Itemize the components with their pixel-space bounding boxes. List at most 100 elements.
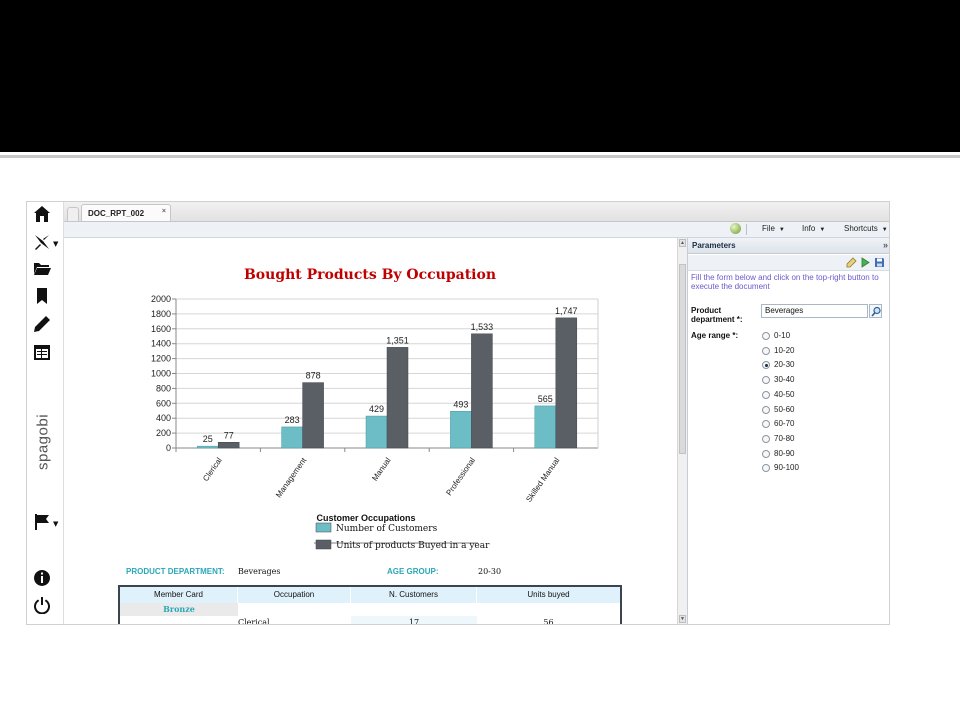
data-label: 1,533 xyxy=(471,322,494,332)
info-icon[interactable] xyxy=(31,569,53,591)
compass-icon[interactable] xyxy=(31,233,53,255)
y-tick-label: 800 xyxy=(156,383,171,393)
calendar-icon[interactable] xyxy=(31,343,53,365)
dept-label: Product department *: xyxy=(691,306,743,324)
chart-title: Bought Products By Occupation xyxy=(244,267,496,283)
execute-icon[interactable] xyxy=(860,257,871,268)
report-table: Member Card Occupation N. Customers Unit… xyxy=(118,585,622,625)
y-tick-label: 1200 xyxy=(151,354,171,364)
spagobi-logo: spagobi xyxy=(34,413,52,471)
presentation-title-bar xyxy=(0,0,960,152)
scroll-thumb[interactable] xyxy=(679,264,686,454)
col-member-card: Member Card xyxy=(120,587,238,603)
menu-separator xyxy=(746,224,747,235)
legend-swatch xyxy=(315,522,332,533)
data-label: 1,351 xyxy=(386,335,409,345)
y-tick-label: 0 xyxy=(166,443,171,453)
radio-button[interactable] xyxy=(762,346,770,355)
radio-label: 60-70 xyxy=(774,419,795,429)
bar-customers xyxy=(196,445,219,449)
radio-button[interactable] xyxy=(762,464,770,473)
folder-icon[interactable] xyxy=(31,259,53,281)
radio-label: 80-90 xyxy=(774,448,795,458)
legend-label: Number of Customers xyxy=(336,524,438,534)
chevron-down-icon[interactable]: ▼ xyxy=(53,240,58,248)
x-axis-title: Customer Occupations xyxy=(316,513,415,523)
y-tick-label: 2000 xyxy=(151,294,171,304)
parameters-toolbar xyxy=(688,255,889,271)
data-label: 25 xyxy=(203,434,213,444)
radio-label: 50-60 xyxy=(774,404,795,414)
age-value: 20-30 xyxy=(478,567,502,576)
bar-chart: Bought Products By Occupation 0 200 400 600 8… xyxy=(151,267,599,551)
title-divider xyxy=(0,155,960,158)
radio-label: 10-20 xyxy=(774,345,795,355)
y-tick-label: 200 xyxy=(156,428,171,438)
left-toolbar: ▼ spagobi ▼ xyxy=(27,202,64,624)
radio-button[interactable] xyxy=(762,390,770,399)
scroll-up-icon[interactable]: ▲ xyxy=(679,239,686,247)
x-tick-label: Manual xyxy=(370,456,393,483)
collapse-icon[interactable]: » xyxy=(883,240,888,250)
data-label: 429 xyxy=(369,404,384,414)
bar-units xyxy=(217,442,240,449)
col-customers: N. Customers xyxy=(351,587,477,603)
radio-label: 20-30 xyxy=(774,360,795,370)
table-row: Bronze xyxy=(120,603,620,616)
data-label: 77 xyxy=(224,430,234,440)
x-tick-label: Skilled Manual xyxy=(524,456,561,504)
tab-stub[interactable] xyxy=(67,207,79,221)
parameters-title: Parameters xyxy=(692,241,736,250)
radio-button[interactable] xyxy=(762,361,770,370)
document-tab-strip: DOC_RPT_002 × xyxy=(64,202,889,222)
product-department-field[interactable]: Beverages xyxy=(761,304,868,318)
radio-button[interactable] xyxy=(762,376,770,385)
y-tick-label: 1000 xyxy=(151,369,171,379)
eraser-icon[interactable] xyxy=(846,257,857,268)
data-label: 878 xyxy=(306,371,321,381)
save-icon[interactable] xyxy=(874,257,885,268)
bar-units xyxy=(386,347,409,449)
flag-icon[interactable] xyxy=(31,513,53,535)
radio-button[interactable] xyxy=(762,449,770,458)
radio-button[interactable] xyxy=(762,405,770,414)
radio-button[interactable] xyxy=(762,434,770,443)
cell-occupation: Clerical xyxy=(238,618,270,625)
report-scrollbar[interactable]: ▲ ▼ xyxy=(677,238,687,624)
chevron-down-icon: ▼ xyxy=(778,227,785,233)
tab-doc-rpt-002[interactable]: DOC_RPT_002 × xyxy=(81,204,171,221)
legend-label: Units of products Buyed in a year xyxy=(336,541,490,551)
radio-button[interactable] xyxy=(762,332,770,340)
col-occupation: Occupation xyxy=(238,587,351,603)
power-icon[interactable] xyxy=(31,596,53,618)
chevron-down-icon: ▼ xyxy=(881,227,888,233)
scroll-down-icon[interactable]: ▼ xyxy=(679,615,686,623)
col-units: Units buyed xyxy=(527,590,570,599)
pencil-icon[interactable] xyxy=(31,315,53,337)
x-tick-label: Professional xyxy=(444,456,477,497)
home-icon[interactable] xyxy=(31,205,53,227)
chevron-down-icon: ▼ xyxy=(819,227,826,233)
radio-label: 90-100 xyxy=(774,463,799,473)
bar-units xyxy=(555,317,578,449)
bookmark-icon[interactable] xyxy=(31,287,53,309)
dept-key: PRODUCT DEPARTMENT: xyxy=(126,567,225,576)
search-icon[interactable] xyxy=(869,304,882,318)
parameters-hint: Fill the form below and click on the top… xyxy=(691,273,879,291)
globe-icon[interactable] xyxy=(730,223,741,234)
close-icon[interactable]: × xyxy=(162,208,166,215)
x-tick-label: Management xyxy=(274,455,309,499)
radio-button[interactable] xyxy=(762,420,770,429)
y-tick-label: 1400 xyxy=(151,339,171,349)
dept-value: Beverages xyxy=(238,567,281,576)
chevron-down-icon[interactable]: ▼ xyxy=(53,520,58,528)
radio-label: 0-10 xyxy=(774,331,791,340)
legend-swatch xyxy=(315,539,332,550)
info-menu[interactable]: Info ▼ xyxy=(802,224,825,233)
bar-units xyxy=(302,382,324,449)
radio-label: 70-80 xyxy=(774,433,795,443)
shortcuts-menu[interactable]: Shortcuts ▼ xyxy=(844,224,888,233)
bar-customers xyxy=(534,405,557,449)
menu-bar: File ▼ Info ▼ Shortcuts ▼ xyxy=(64,222,889,238)
file-menu[interactable]: File ▼ xyxy=(762,224,785,233)
